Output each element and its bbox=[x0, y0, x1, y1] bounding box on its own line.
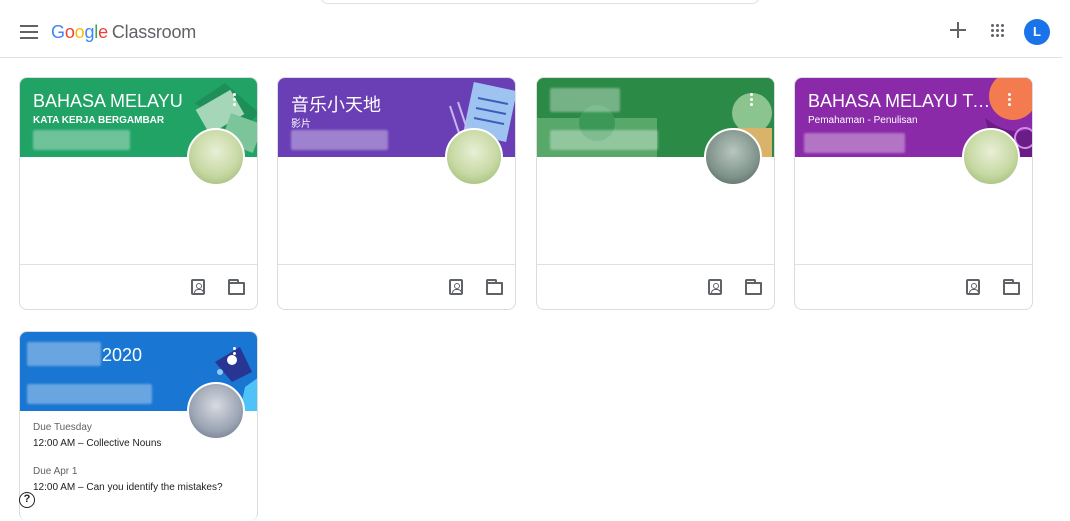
class-section: 影片 bbox=[291, 119, 311, 130]
plus-icon[interactable] bbox=[948, 20, 968, 40]
folder-icon[interactable] bbox=[486, 279, 503, 295]
due-assignment-link[interactable]: 12:00 AM – Collective Nouns bbox=[33, 438, 161, 449]
teacher-photo bbox=[187, 382, 245, 440]
card-footer bbox=[278, 265, 515, 309]
logo-letter: G bbox=[51, 22, 65, 42]
card-footer bbox=[20, 265, 257, 309]
app-logo[interactable]: Google Classroom bbox=[51, 22, 196, 43]
class-card[interactable] bbox=[536, 77, 775, 310]
assignment-ind-icon[interactable] bbox=[708, 279, 722, 295]
card-footer bbox=[537, 265, 774, 309]
class-card[interactable]: BAHASA MELAYU TA... Pemahaman - Penulisa… bbox=[794, 77, 1033, 310]
more-vert-icon[interactable] bbox=[1008, 93, 1012, 107]
assignment-ind-icon[interactable] bbox=[966, 279, 980, 295]
top-pill bbox=[320, 0, 760, 4]
class-card[interactable]: 2020 Due Tuesday 12:00 AM – Collective N… bbox=[19, 331, 258, 521]
card-footer bbox=[795, 265, 1032, 309]
assignment-ind-icon[interactable] bbox=[449, 279, 463, 295]
class-title[interactable]: BAHASA MELAYU TA... bbox=[808, 91, 998, 112]
due-assignment-link[interactable]: 12:00 AM – Can you identify the mistakes… bbox=[33, 482, 223, 493]
redacted-teacher bbox=[550, 130, 658, 150]
help-icon[interactable]: ? bbox=[19, 492, 35, 508]
logo-letter: o bbox=[64, 22, 75, 42]
class-title[interactable]: 音乐小天地 bbox=[291, 91, 381, 117]
redacted-teacher bbox=[27, 384, 152, 404]
logo-letter: o bbox=[74, 22, 85, 42]
class-title[interactable]: BAHASA MELAYU bbox=[33, 91, 183, 112]
folder-icon[interactable] bbox=[1003, 279, 1020, 295]
folder-icon[interactable] bbox=[745, 279, 762, 295]
redacted-teacher bbox=[33, 130, 130, 150]
more-vert-icon[interactable] bbox=[233, 347, 237, 361]
more-vert-icon[interactable] bbox=[233, 93, 237, 107]
class-card[interactable]: BAHASA MELAYU KATA KERJA BERGAMBAR bbox=[19, 77, 258, 310]
product-name: Classroom bbox=[111, 22, 197, 42]
more-vert-icon[interactable] bbox=[750, 93, 754, 107]
redacted-title bbox=[550, 88, 620, 112]
folder-icon[interactable] bbox=[228, 279, 245, 295]
logo-letter: e bbox=[98, 22, 108, 42]
redacted-title bbox=[27, 342, 101, 366]
redacted-teacher bbox=[804, 133, 905, 153]
redacted-teacher bbox=[291, 130, 388, 150]
app-header: Google Classroom L bbox=[0, 6, 1062, 58]
due-label: Due Apr 1 bbox=[33, 466, 78, 477]
teacher-photo bbox=[704, 128, 762, 186]
logo-letter: g bbox=[84, 22, 95, 42]
hamburger-menu-icon[interactable] bbox=[20, 25, 38, 39]
avatar[interactable]: L bbox=[1024, 19, 1050, 45]
class-card[interactable]: 音乐小天地 影片 bbox=[277, 77, 516, 310]
class-section: Pemahaman - Penulisan bbox=[808, 115, 918, 126]
teacher-photo bbox=[445, 128, 503, 186]
class-title[interactable]: 2020 bbox=[102, 345, 142, 366]
teacher-photo bbox=[962, 128, 1020, 186]
assignment-ind-icon[interactable] bbox=[191, 279, 205, 295]
class-section: KATA KERJA BERGAMBAR bbox=[33, 115, 165, 126]
apps-grid-icon[interactable] bbox=[991, 24, 1005, 38]
teacher-photo bbox=[187, 128, 245, 186]
due-label: Due Tuesday bbox=[33, 422, 92, 433]
